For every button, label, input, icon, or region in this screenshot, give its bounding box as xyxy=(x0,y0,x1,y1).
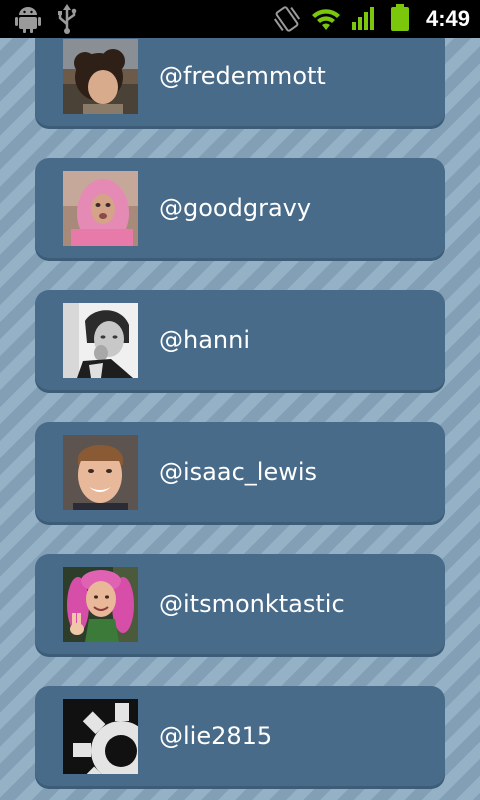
status-bar: 4:49 xyxy=(0,0,480,38)
list-item[interactable]: @lie2815 xyxy=(35,686,445,786)
user-handle: @fredemmott xyxy=(159,62,326,90)
vibrate-icon xyxy=(273,6,301,32)
avatar xyxy=(63,171,138,246)
status-time: 4:49 xyxy=(425,6,470,31)
android-debug-icon xyxy=(15,7,41,33)
user-handle: @itsmonktastic xyxy=(159,590,345,618)
user-list[interactable]: @fredemmott @goodgravy @hanni @isaac_lew… xyxy=(0,38,480,800)
signal-icon xyxy=(352,7,374,30)
avatar xyxy=(63,435,138,510)
list-item[interactable]: @hanni xyxy=(35,290,445,390)
list-item[interactable]: @fredemmott xyxy=(35,38,445,126)
list-item[interactable]: @isaac_lewis xyxy=(35,422,445,522)
avatar xyxy=(63,699,138,774)
list-item[interactable]: @itsmonktastic xyxy=(35,554,445,654)
wifi-icon xyxy=(312,9,340,30)
usb-icon xyxy=(58,4,77,34)
user-handle: @lie2815 xyxy=(159,722,273,750)
avatar xyxy=(63,567,138,642)
list-item[interactable]: @goodgravy xyxy=(35,158,445,258)
user-handle: @hanni xyxy=(159,326,251,354)
avatar xyxy=(63,39,138,114)
user-handle: @goodgravy xyxy=(159,194,312,222)
user-handle: @isaac_lewis xyxy=(159,458,318,486)
battery-icon xyxy=(391,4,409,31)
avatar xyxy=(63,303,138,378)
